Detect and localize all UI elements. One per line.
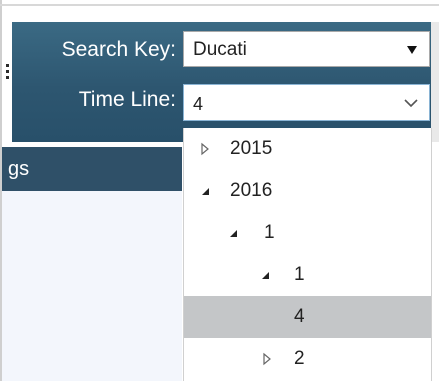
tree-item-label: 1 <box>294 264 305 285</box>
tree-item-label: 2016 <box>230 180 273 201</box>
triangle-right-outline-icon[interactable] <box>198 142 212 156</box>
tree-item-label: 1 <box>264 222 275 243</box>
tree-item-label: 4 <box>294 306 305 327</box>
grid-body <box>2 191 182 381</box>
tree-item-2[interactable]: 2 <box>184 338 431 380</box>
panel-edge <box>431 22 439 142</box>
tree-item-label: 2015 <box>230 138 273 159</box>
time-line-value: 4 <box>193 94 204 114</box>
caret-down-icon <box>407 46 417 54</box>
chevron-down-icon <box>404 99 418 108</box>
grid-header: gs <box>2 147 182 191</box>
tree-item-4[interactable]: 4 <box>184 296 431 338</box>
triangle-down-filled-icon[interactable] <box>198 184 212 198</box>
time-line-label: Time Line: <box>78 88 176 111</box>
frame-border-top <box>0 4 439 6</box>
triangle-right-outline-icon[interactable] <box>260 352 274 366</box>
tree-item-2015[interactable]: 2015 <box>184 128 431 170</box>
triangle-down-filled-icon[interactable] <box>226 226 240 240</box>
time-line-combo[interactable]: 4 <box>183 84 430 121</box>
grid-header-label: gs <box>8 158 30 180</box>
triangle-down-filled-icon[interactable] <box>258 268 272 282</box>
search-key-value: Ducati <box>193 39 247 60</box>
time-line-dropdown: 2015 2016 1 1 4 2 <box>183 128 432 381</box>
app-frame: Search Key: Time Line: Ducati 4 gs 2015 … <box>0 0 439 381</box>
tree-item-label: 2 <box>294 348 305 369</box>
search-key-label: Search Key: <box>61 38 176 61</box>
search-key-select[interactable]: Ducati <box>183 31 430 67</box>
tree-item-2016[interactable]: 2016 <box>184 170 431 212</box>
drag-grip-icon[interactable] <box>6 64 9 86</box>
tree-item-1[interactable]: 1 <box>184 212 431 254</box>
tree-item-1-1[interactable]: 1 <box>184 254 431 296</box>
